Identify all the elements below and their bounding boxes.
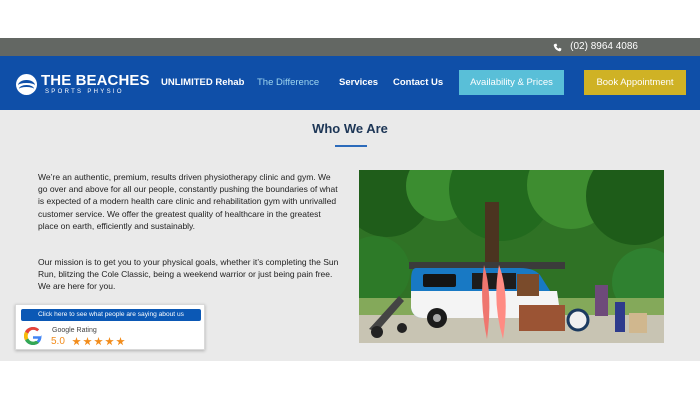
book-appointment-button[interactable]: Book Appointment (584, 70, 686, 95)
who-we-are-section: Who We Are We’re an authentic, premium, … (0, 110, 700, 361)
star-icon (94, 337, 103, 346)
star-icon (116, 337, 125, 346)
rating-score: 5.0 (51, 336, 65, 347)
rating-stars (72, 337, 125, 346)
phone-icon (553, 43, 562, 51)
logo-text: THE BEACHES SPORTS PHYSIO (41, 73, 150, 95)
page: (02) 8964 4086 THE BEACHES SPORTS PHYSIO… (0, 0, 700, 400)
intro-paragraph: We’re an authentic, premium, results dri… (38, 172, 338, 231)
nav-services[interactable]: Services (339, 77, 378, 88)
google-g-icon (24, 327, 42, 345)
nav-contact-us[interactable]: Contact Us (393, 77, 443, 88)
nav-the-difference[interactable]: The Difference (257, 77, 319, 88)
logo-subtitle: SPORTS PHYSIO (45, 89, 124, 95)
title-underline (335, 145, 367, 147)
nav-unlimited-rehab[interactable]: UNLIMITED Rehab (161, 77, 244, 88)
kombi-van-surfboards-photo (359, 170, 664, 343)
phone-link[interactable]: (02) 8964 4086 (553, 40, 638, 54)
google-rating-widget[interactable]: Click here to see what people are saying… (15, 304, 205, 350)
brand-logo[interactable]: THE BEACHES SPORTS PHYSIO (16, 73, 150, 95)
reviews-link-banner[interactable]: Click here to see what people are saying… (21, 309, 201, 321)
star-icon (72, 337, 81, 346)
wave-logo-icon (16, 73, 37, 95)
section-title: Who We Are (312, 121, 388, 136)
star-icon (83, 337, 92, 346)
mission-paragraph: Our mission is to get you to your physic… (38, 257, 339, 292)
photo-illustration (359, 170, 664, 343)
main-navigation: THE BEACHES SPORTS PHYSIO UNLIMITED Reha… (0, 56, 700, 110)
phone-number: (02) 8964 4086 (570, 41, 638, 52)
logo-title: THE BEACHES (41, 72, 150, 89)
star-icon (105, 337, 114, 346)
google-rating-label: Google Rating (52, 327, 97, 334)
availability-prices-button[interactable]: Availability & Prices (459, 70, 564, 95)
top-contact-bar: (02) 8964 4086 (0, 38, 700, 56)
